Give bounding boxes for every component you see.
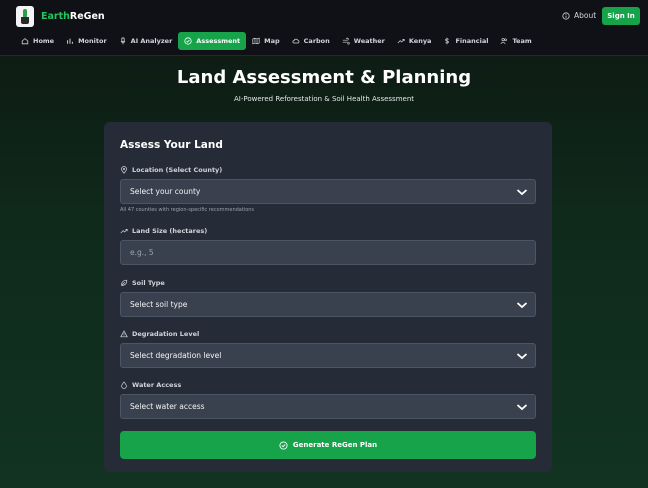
nav-map-label: Map [264,37,280,45]
nav-weather[interactable]: Weather [336,32,391,50]
microphone-icon [120,37,125,45]
trending-up-icon [120,229,128,234]
nav-monitor-label: Monitor [78,37,107,45]
users-icon [500,38,508,45]
chevron-down-icon [516,353,528,360]
nav-assessment[interactable]: Assessment [178,32,247,50]
county-hint: All 47 counties with region-specific rec… [120,207,255,213]
dollar-icon [445,37,450,45]
generate-plan-label: Generate ReGen Plan [292,441,378,449]
location-label-text: Location (Select County) [132,166,223,174]
nav-ai-analyzer[interactable]: AI Analyzer [113,32,179,50]
nav-team-label: Team [512,37,532,45]
map-pin-icon [121,166,127,174]
about-link[interactable]: About [562,11,596,20]
soil-type-label-text: Soil Type [132,279,165,287]
nav-financial-label: Financial [455,37,489,45]
plant-pot-icon [16,6,34,27]
trending-icon [397,39,405,44]
chevron-down-icon [516,404,528,411]
nav-monitor[interactable]: Monitor [60,32,113,50]
top-navigation-bar: EarthReGen About Sign In Home Monitor AI… [0,0,648,56]
nav-map[interactable]: Map [246,32,286,50]
nav-ai-analyzer-label: AI Analyzer [130,37,173,45]
land-size-placeholder: e.g., 5 [130,248,154,257]
location-label: Location (Select County) [120,166,222,174]
chevron-down-icon [516,302,528,309]
nav-home-label: Home [33,37,55,45]
home-icon [21,38,29,45]
generate-plan-button[interactable]: Generate ReGen Plan [120,431,536,459]
soil-type-label: Soil Type [120,279,165,287]
form-title: Assess Your Land [120,139,223,151]
assessment-form-card: Assess Your Land Location (Select County… [104,122,552,472]
about-label: About [574,11,597,20]
nav-weather-label: Weather [353,37,385,45]
nav-team[interactable]: Team [494,32,537,50]
degradation-label: Degradation Level [120,330,199,338]
water-access-select[interactable]: Select water access [120,394,536,419]
leaf-icon [121,279,128,286]
nav-kenya-label: Kenya [408,37,432,45]
soil-type-select-value: Select soil type [130,300,188,309]
nav-assessment-label: Assessment [196,37,241,45]
water-access-select-value: Select water access [130,402,205,411]
bar-chart-icon [67,38,73,44]
land-size-label-text: Land Size (hectares) [132,227,208,235]
water-access-label-text: Water Access [132,381,182,389]
nav-carbon-label: Carbon [303,37,330,45]
nav-financial[interactable]: Financial [437,32,494,50]
water-access-label: Water Access [120,381,181,389]
nav-kenya[interactable]: Kenya [391,32,438,50]
page-title: Land Assessment & Planning [176,67,472,88]
nav-home[interactable]: Home [15,32,60,50]
page-subtitle: AI-Powered Reforestation & Soil Health A… [233,95,415,103]
degradation-label-text: Degradation Level [132,330,200,338]
degradation-select-value: Select degradation level [130,351,222,360]
check-circle-icon [184,37,192,45]
main-nav: Home Monitor AI Analyzer Assessment Map … [15,32,538,50]
sign-in-button[interactable]: Sign In [602,7,640,25]
land-size-label: Land Size (hectares) [120,227,207,235]
land-size-input[interactable]: e.g., 5 [120,240,536,265]
info-icon [562,11,570,20]
soil-type-select[interactable]: Select soil type [120,292,536,317]
wind-icon [342,37,350,45]
nav-carbon[interactable]: Carbon [286,32,336,50]
cloud-icon [292,38,300,44]
map-icon [252,37,260,45]
chevron-down-icon [516,189,528,196]
warning-icon [120,330,128,338]
county-select[interactable]: Select your county [120,179,536,204]
droplet-icon [121,381,127,389]
brand-name: EarthReGen [41,11,105,22]
check-circle-icon [279,440,288,450]
degradation-select[interactable]: Select degradation level [120,343,536,368]
county-select-value: Select your county [130,187,201,196]
brand[interactable]: EarthReGen [16,6,105,27]
